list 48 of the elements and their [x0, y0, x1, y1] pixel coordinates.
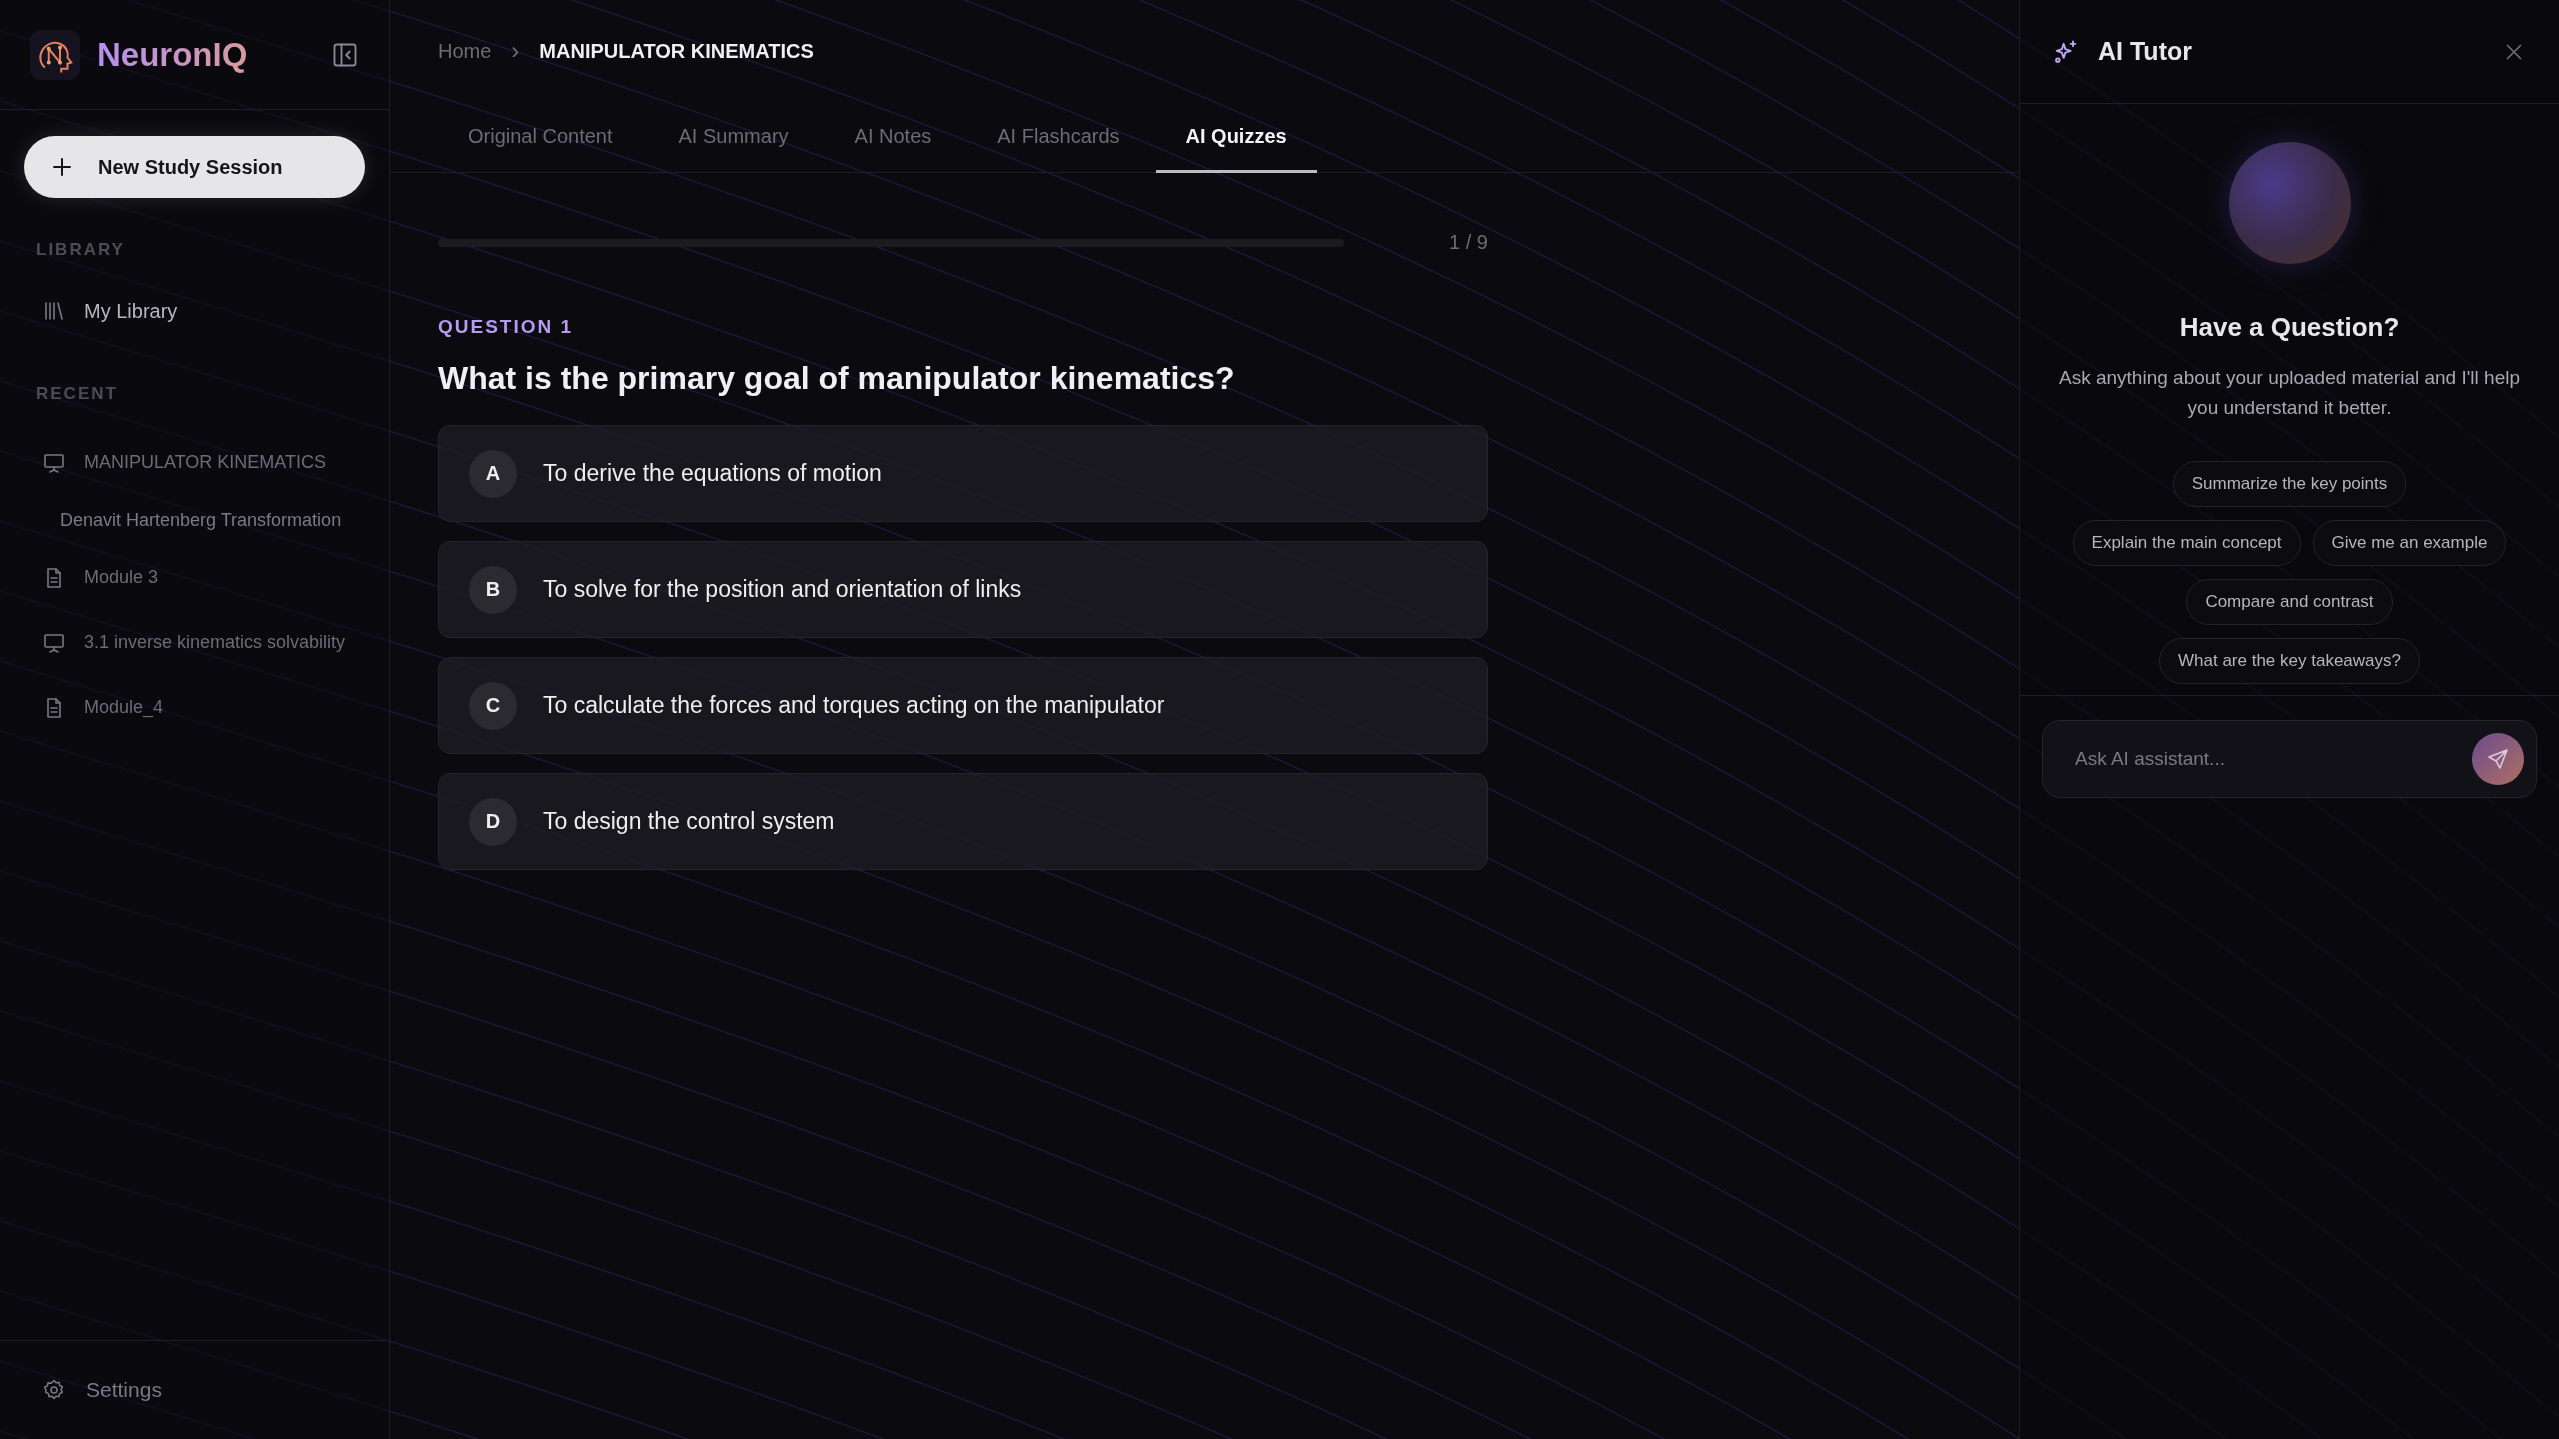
- question-label: QUESTION 1: [438, 316, 575, 338]
- sidebar-item[interactable]: Module_4: [0, 675, 389, 740]
- books-icon: [42, 299, 66, 323]
- sidebar-item[interactable]: 3.1 inverse kinematics solvability: [0, 610, 389, 675]
- section-heading: LIBRARY: [35, 240, 126, 260]
- tab[interactable]: Original Content: [438, 102, 643, 173]
- send-button[interactable]: [2472, 733, 2524, 785]
- option-text: To derive the equations of motion: [543, 460, 882, 487]
- breadcrumb-separator: ›: [511, 37, 520, 65]
- suggestion-chip[interactable]: Compare and contrast: [2186, 579, 2393, 625]
- option-letter-badge: B: [469, 565, 517, 614]
- answer-option[interactable]: C To calculate the forces and torques acting on the manipulator: [438, 657, 1488, 754]
- suggestion-chip[interactable]: Summarize the key points: [2172, 461, 2407, 507]
- tab[interactable]: AI Quizzes: [1155, 102, 1317, 173]
- sidebar-item[interactable]: Denavit Hartenberg Transformation: [0, 495, 389, 545]
- new-session-button[interactable]: New Study Session: [24, 136, 365, 198]
- ask-input-field[interactable]: Ask AI assistant...: [2073, 747, 2472, 771]
- question-text: What is the primary goal of manipulator kinematics?: [438, 360, 1236, 397]
- settings-item[interactable]: Settings: [0, 1340, 389, 1439]
- sidebar-item[interactable]: Module 3: [0, 545, 389, 610]
- settings-icon: [42, 1378, 66, 1402]
- option-letter-badge: D: [469, 797, 517, 846]
- plus-icon: [50, 155, 74, 179]
- answer-option[interactable]: B To solve for the position and orientation of links: [438, 541, 1488, 638]
- option-letter-badge: C: [469, 681, 517, 730]
- sidebar-item[interactable]: My Library: [0, 286, 389, 336]
- panel-title: AI Tutor: [2098, 37, 2193, 66]
- panel-heading: Have a Question?: [2179, 312, 2400, 343]
- section-heading: RECENT: [35, 384, 119, 404]
- breadcrumb-current: MANIPULATOR KINEMATICS: [539, 39, 814, 63]
- brain-logo-icon: [30, 29, 80, 80]
- suggestion-chip[interactable]: What are the key takeaways?: [2159, 638, 2420, 684]
- tab[interactable]: AI Flashcards: [967, 102, 1150, 173]
- option-text: To design the control system: [543, 808, 835, 835]
- tab[interactable]: AI Summary: [648, 102, 819, 173]
- progress-count: 1 / 9: [1449, 231, 1488, 254]
- tab[interactable]: AI Notes: [824, 102, 962, 173]
- suggestion-chip[interactable]: Give me an example: [2312, 520, 2507, 566]
- breadcrumb-link[interactable]: Home: [438, 39, 492, 63]
- suggestion-chip[interactable]: Explain the main concept: [2072, 520, 2301, 566]
- panel-description: Ask anything about your uploaded material and I'll help you understand it better.: [2058, 366, 2521, 420]
- sidebar-item[interactable]: MANIPULATOR KINEMATICS: [0, 430, 389, 495]
- option-letter-badge: A: [469, 449, 517, 498]
- option-text: To solve for the position and orientation of links: [543, 576, 1022, 603]
- answer-option[interactable]: D To design the control system: [438, 773, 1488, 870]
- answer-option[interactable]: A To derive the equations of motion: [438, 425, 1488, 522]
- option-text: To calculate the forces and torques acting on the manipulator: [543, 692, 1165, 719]
- send-icon: [2486, 747, 2510, 771]
